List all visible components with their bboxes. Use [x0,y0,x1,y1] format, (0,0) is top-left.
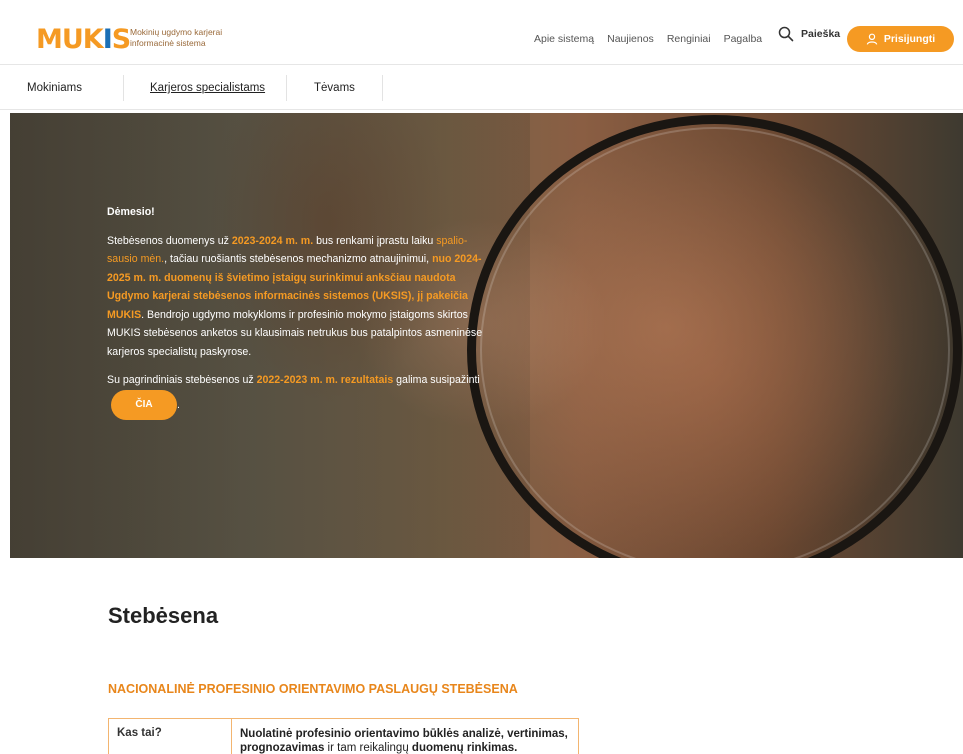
login-label: Prisijungti [883,33,936,45]
tab-divider [286,75,287,101]
login-button[interactable]: Prisijungti [847,26,954,52]
notice-paragraph-1: Stebėsenos duomenys už 2023-2024 m. m. b… [107,232,492,362]
top-bar: MUKIS Mokinių ugdymo karjerai informacin… [0,12,963,64]
table-value-text: ir tam reikalingų [324,742,412,754]
results-here-button[interactable]: ČIA [111,389,177,420]
logo-mark: MUKIS [36,24,131,55]
notice-text: Stebėsenos duomenys už [107,234,232,247]
nav-item-about[interactable]: Apie sistemą [534,33,594,45]
search-label: Paieška [801,28,841,40]
notice-text: . Bendrojo ugdymo mokykloms ir profesini… [107,308,483,358]
search-button[interactable]: Paieška [778,26,840,42]
search-icon [778,26,794,42]
notice-heading: Dėmesio! [107,206,155,218]
table-value: Nuolatinė profesinio orientavimo būklės … [231,718,579,754]
table-row: Kas tai? Nuolatinė profesinio orientavim… [108,718,579,754]
logo[interactable]: MUKIS [36,24,131,55]
hero-banner: Dėmesio! Stebėsenos duomenys už 2023-202… [10,113,963,558]
tab-divider [382,75,383,101]
section-subtitle: NACIONALINĖ PROFESINIO ORIENTAVIMO PASLA… [108,682,518,696]
notice-text: Su pagrindiniais stebėsenos už [107,374,257,386]
results-link[interactable]: 2022-2023 m. m. rezultatais [257,374,394,386]
table-value-text: duomenų rinkimas. [411,742,518,754]
nav-item-news[interactable]: Naujienos [607,33,654,45]
tab-students[interactable]: Mokiniams [27,65,82,111]
notice-box: Dėmesio! Stebėsenos duomenys už 2023-202… [107,203,492,430]
notice-text: bus renkami įprastu laiku [313,234,437,247]
notice-paragraph-2: Su pagrindiniais stebėsenos už 2022-2023… [107,371,492,420]
tab-career-specialists[interactable]: Karjeros specialistams [150,65,265,111]
notice-text: galima susipažinti [393,374,480,386]
info-table: Kas tai? Nuolatinė profesinio orientavim… [108,718,579,754]
tab-parents[interactable]: Tėvams [314,65,355,111]
notice-highlight: 2023-2024 m. m. [231,234,314,247]
table-key: Kas tai? [108,718,232,754]
lens-highlight [480,127,950,558]
nav-item-help[interactable]: Pagalba [724,33,763,45]
main-nav: Apie sistemą Naujienos Renginiai Pagalba [534,33,762,45]
nav-item-events[interactable]: Renginiai [667,33,711,45]
tab-divider [123,75,124,101]
user-icon [866,33,878,45]
audience-nav: Mokiniams Karjeros specialistams Tėvams [0,64,963,110]
page-title: Stebėsena [108,603,219,628]
notice-text: , tačiau ruošiantis stebėsenos mechanizm… [164,253,433,265]
tagline: Mokinių ugdymo karjerai informacinė sist… [130,27,223,48]
notice-text: . [177,398,180,411]
